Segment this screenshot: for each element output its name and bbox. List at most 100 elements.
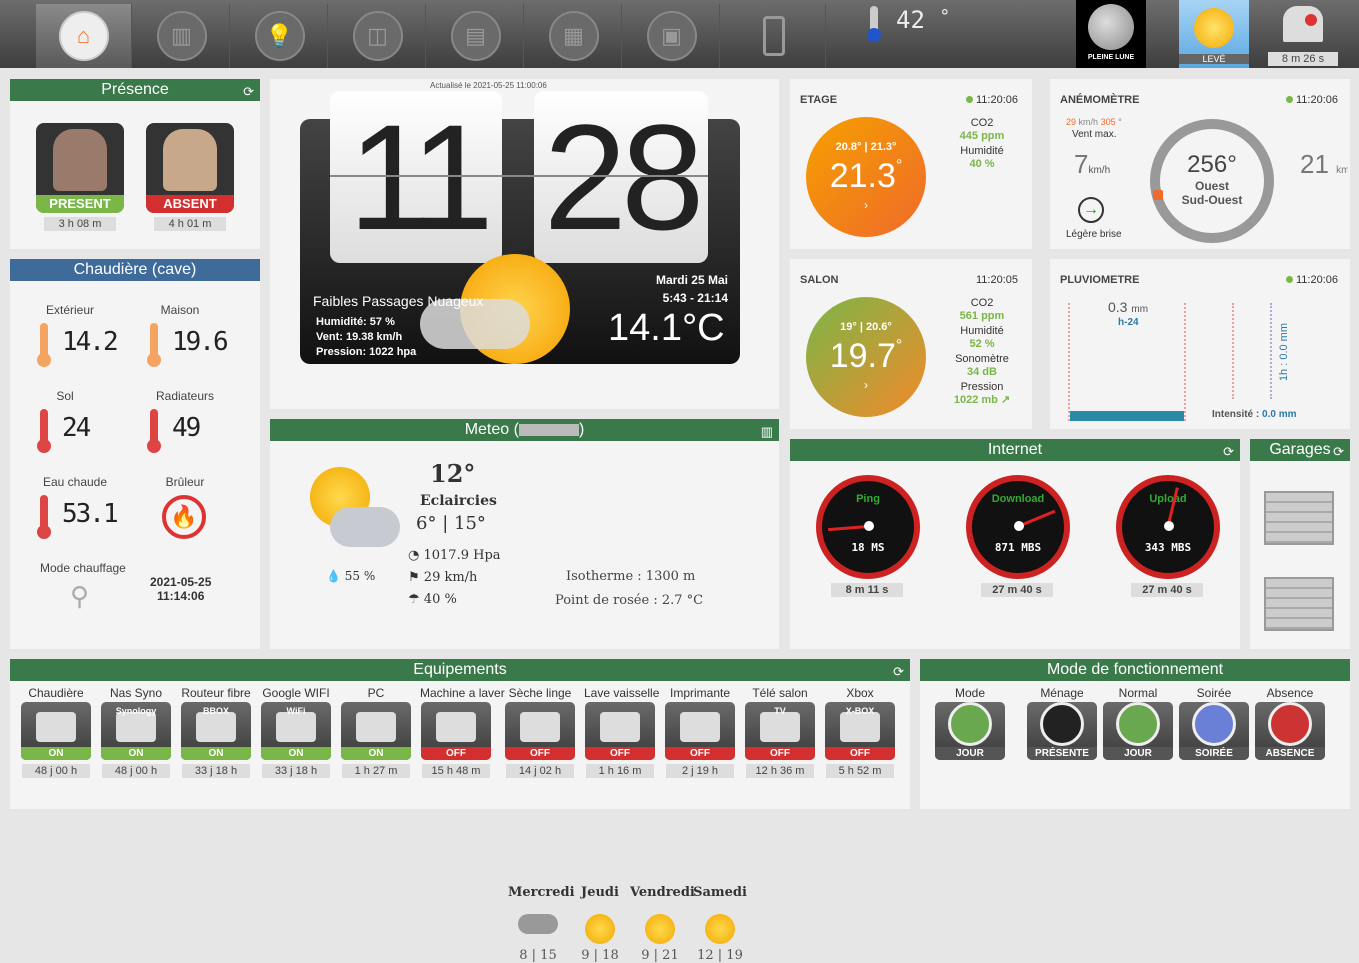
anemo-time: 11:20:06 [1285, 94, 1338, 106]
equipment-status: OFF [825, 747, 895, 760]
nav-network-button[interactable]: ▤ [428, 4, 524, 68]
sun-widget: LEVÉ [1179, 0, 1249, 68]
equipment-status: OFF [585, 747, 655, 760]
heating-mode-date: 2021-05-25 11:14:06 [150, 575, 212, 603]
redacted-location [518, 423, 579, 436]
burner-status: Brûleur 🔥 [150, 475, 240, 539]
refresh-icon[interactable]: ⟳ [893, 661, 904, 683]
thermometer-icon [147, 409, 161, 453]
nav-home-button[interactable]: ⌂ [36, 4, 132, 68]
dryer-icon: OFF [505, 702, 575, 760]
equipment-time: 1 h 16 m [586, 764, 654, 778]
equipment-item[interactable]: Lave vaisselle OFF 1 h 16 m [584, 686, 659, 778]
refresh-icon[interactable]: ⟳ [1223, 441, 1234, 463]
meteo-dew: Point de rosée : 2.7 °C [555, 593, 704, 608]
person-1-card[interactable]: PRESENT [36, 123, 124, 213]
garage-door-1[interactable] [1264, 491, 1334, 545]
equipment-name: Google WIFI [262, 686, 330, 700]
cleaning-icon: PRÉSENTE [1027, 702, 1097, 760]
rain-gauge-panel: PLUVIOMETRE 11:20:06 0.3 mm h-24 1h : 0.… [1050, 259, 1350, 429]
top-nav-bar: ⌂ ▥ 💡 ◫ ▤ ▦ ▣ 42 ° PLEINE LUNE LEVÉ 8 m … [0, 0, 1359, 68]
clock-temp: 14.1°C [608, 307, 725, 349]
mode-item[interactable]: Mode JOUR NORMAL [934, 686, 1006, 760]
salon-details: CO2 561 ppm Humidité 52 % Sonomètre 34 dB Pres… [953, 297, 1011, 406]
sensor-eau-chaude: Eau chaude 53.1 [37, 475, 140, 539]
salon-title: SALON [800, 274, 839, 286]
equipment-item[interactable]: Machine a laver OFF 15 h 48 m [420, 686, 505, 778]
garages-header: Garages ⟳ [1250, 439, 1350, 461]
sun-cloud-icon [585, 914, 615, 944]
wifi-icon: WiFi ON [261, 702, 331, 760]
mode-item[interactable]: Ménage PRÉSENTE [1026, 686, 1098, 760]
etage-temp-circle[interactable]: 20.8° | 21.3° 21.3° › [806, 117, 926, 237]
tv-icon: TV OFF [745, 702, 815, 760]
equipment-item[interactable]: Xbox X-BOX OFF 5 h 52 m [824, 686, 896, 778]
equipment-item[interactable]: Routeur fibre BBOX ON 33 j 18 h [180, 686, 252, 778]
salon-temp-circle[interactable]: 19° | 20.6° 19.7° › [806, 297, 926, 417]
nav-floorplan-button[interactable]: ▣ [624, 4, 720, 68]
bulb-icon: 💡 [254, 11, 305, 61]
nav-chart-button[interactable]: ▦ [526, 4, 622, 68]
equipment-status: ON [341, 747, 411, 760]
absence-icon: ABSENCE [1255, 702, 1325, 760]
clock-split [330, 175, 708, 177]
mode-header: Mode de fonctionnement [920, 659, 1350, 681]
clock-date: Mardi 25 Mai 5:43 - 21:14 [655, 273, 728, 305]
forecast-day: Vendredi 9 | 21 [630, 885, 695, 963]
equipment-name: Routeur fibre [181, 686, 251, 700]
mode-item[interactable]: Soirée SOIRÉE [1178, 686, 1250, 760]
nav-camera-button[interactable]: ◫ [330, 4, 426, 68]
floorplan-icon: ▣ [646, 11, 697, 61]
wind-direction-marker [1152, 189, 1163, 200]
equipment-item[interactable]: Télé salon TV OFF 12 h 36 m [744, 686, 816, 778]
equipment-status: ON [181, 747, 251, 760]
chevron-icon: › [864, 378, 868, 392]
wind-arrow-icon: → [1078, 197, 1104, 223]
mail-widget[interactable]: 8 m 26 s [1268, 0, 1338, 68]
gauge-dial: Upload 343 MBS [1116, 475, 1220, 579]
anemo-title: ANÉMOMÈTRE [1060, 94, 1140, 106]
nav-phone-button[interactable] [722, 4, 826, 68]
mode-name: Soirée [1196, 686, 1232, 700]
sun-cloud-icon [645, 914, 675, 944]
garage-door-2[interactable] [1264, 577, 1334, 631]
nav-light-button[interactable]: 💡 [232, 4, 328, 68]
meteo-temp: 12° [430, 459, 476, 488]
boiler-panel: Chaudière (cave) Extérieur 14.2 Maison 1… [10, 259, 260, 649]
anemo-max: 29 km/h 305 ° [1066, 117, 1122, 127]
person-2-card[interactable]: ABSENT [146, 123, 234, 213]
meteo-humidity: 💧 55 % [326, 569, 376, 583]
forecast-day: Jeudi 9 | 18 [581, 885, 619, 963]
mode-status: SOIRÉE [1179, 747, 1249, 760]
etage-sensor-panel: ETAGE 11:20:06 20.8° | 21.3° 21.3° › CO2… [790, 79, 1032, 249]
rain-tube-24h [1068, 303, 1186, 421]
presence-header: Présence ⟳ [10, 79, 260, 101]
outdoor-temp: 42 ° [896, 6, 951, 34]
router-icon: BBOX ON [181, 702, 251, 760]
phone-icon [762, 16, 785, 56]
anemo-breeze: Légère brise [1066, 229, 1122, 240]
thermometer-icon [37, 409, 51, 453]
meteo-header: Meteo () ▥ [270, 419, 779, 441]
equipment-item[interactable]: Chaudière ON 48 j 00 h [20, 686, 92, 778]
mode-status: JOUR NORMAL [1103, 747, 1173, 760]
mode-item[interactable]: Normal JOUR NORMAL [1102, 686, 1174, 760]
sun-icon [1194, 8, 1234, 48]
equipment-item[interactable]: Sèche linge OFF 14 j 02 h [504, 686, 576, 778]
clock-weather-panel: Actualisé le 2021-05-25 11:00:06 11 28 F… [270, 79, 779, 409]
internet-header: Internet ⟳ [790, 439, 1240, 461]
meteo-details: ◔ 1017.9 Hpa ⚑ 29 km/h ☂ 40 % [408, 548, 501, 607]
equipment-item[interactable]: Google WIFI WiFi ON 33 j 18 h [260, 686, 332, 778]
mode-item[interactable]: Absence ABSENCE [1254, 686, 1326, 760]
equipment-item[interactable]: PC ON 1 h 27 m [340, 686, 412, 778]
equipment-item[interactable]: Imprimante OFF 2 j 19 h [664, 686, 736, 778]
avatar [163, 129, 217, 191]
equipment-status: OFF [745, 747, 815, 760]
equipment-name: Imprimante [669, 686, 731, 700]
equipment-item[interactable]: Nas Syno Synology ON 48 j 00 h [100, 686, 172, 778]
chart-icon[interactable]: ▥ [761, 421, 773, 443]
nav-heating-button[interactable]: ▥ [134, 4, 230, 68]
equipment-name: Xbox [846, 686, 874, 700]
refresh-icon[interactable]: ⟳ [1333, 441, 1344, 463]
refresh-icon[interactable]: ⟳ [243, 81, 254, 103]
